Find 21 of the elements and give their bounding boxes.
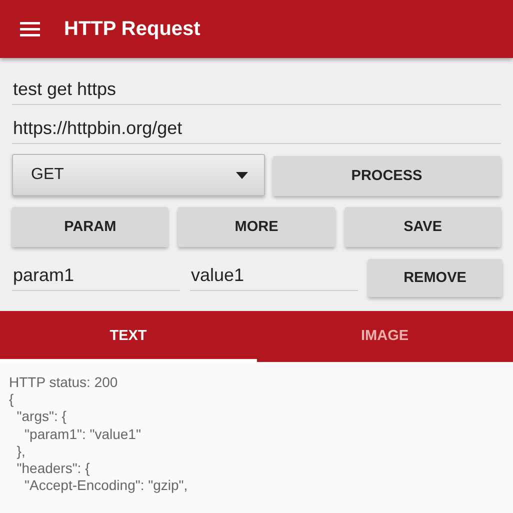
param-value-field[interactable]: value1 — [190, 265, 358, 291]
remove-button[interactable]: REMOVE — [368, 259, 502, 297]
app-title: HTTP Request — [64, 18, 200, 40]
response-line: "args": { — [16, 408, 66, 426]
method-dropdown[interactable]: GET — [12, 154, 264, 196]
response-line: }, — [16, 442, 26, 460]
response-line: HTTP status: 200 — [9, 374, 118, 392]
response-line: "headers": { — [16, 460, 90, 478]
response-line: { — [9, 391, 14, 408]
text-field[interactable]: test get https — [12, 79, 501, 105]
action-button[interactable]: PARAM — [12, 207, 168, 247]
action-button[interactable]: SAVE — [344, 207, 501, 247]
tab[interactable]: IMAGE — [256, 311, 513, 362]
param-name-field[interactable]: param1 — [12, 265, 180, 291]
response-line: "Accept-Encoding": "gzip", — [24, 477, 188, 494]
caret-icon — [236, 172, 248, 178]
action-button[interactable]: MORE — [178, 207, 335, 247]
text-field[interactable]: https://httpbin.org/get — [12, 118, 501, 144]
menu-icon[interactable] — [20, 21, 40, 37]
response-line: "param1": "value1" — [24, 426, 141, 443]
process-button[interactable]: PROCESS — [272, 156, 501, 196]
